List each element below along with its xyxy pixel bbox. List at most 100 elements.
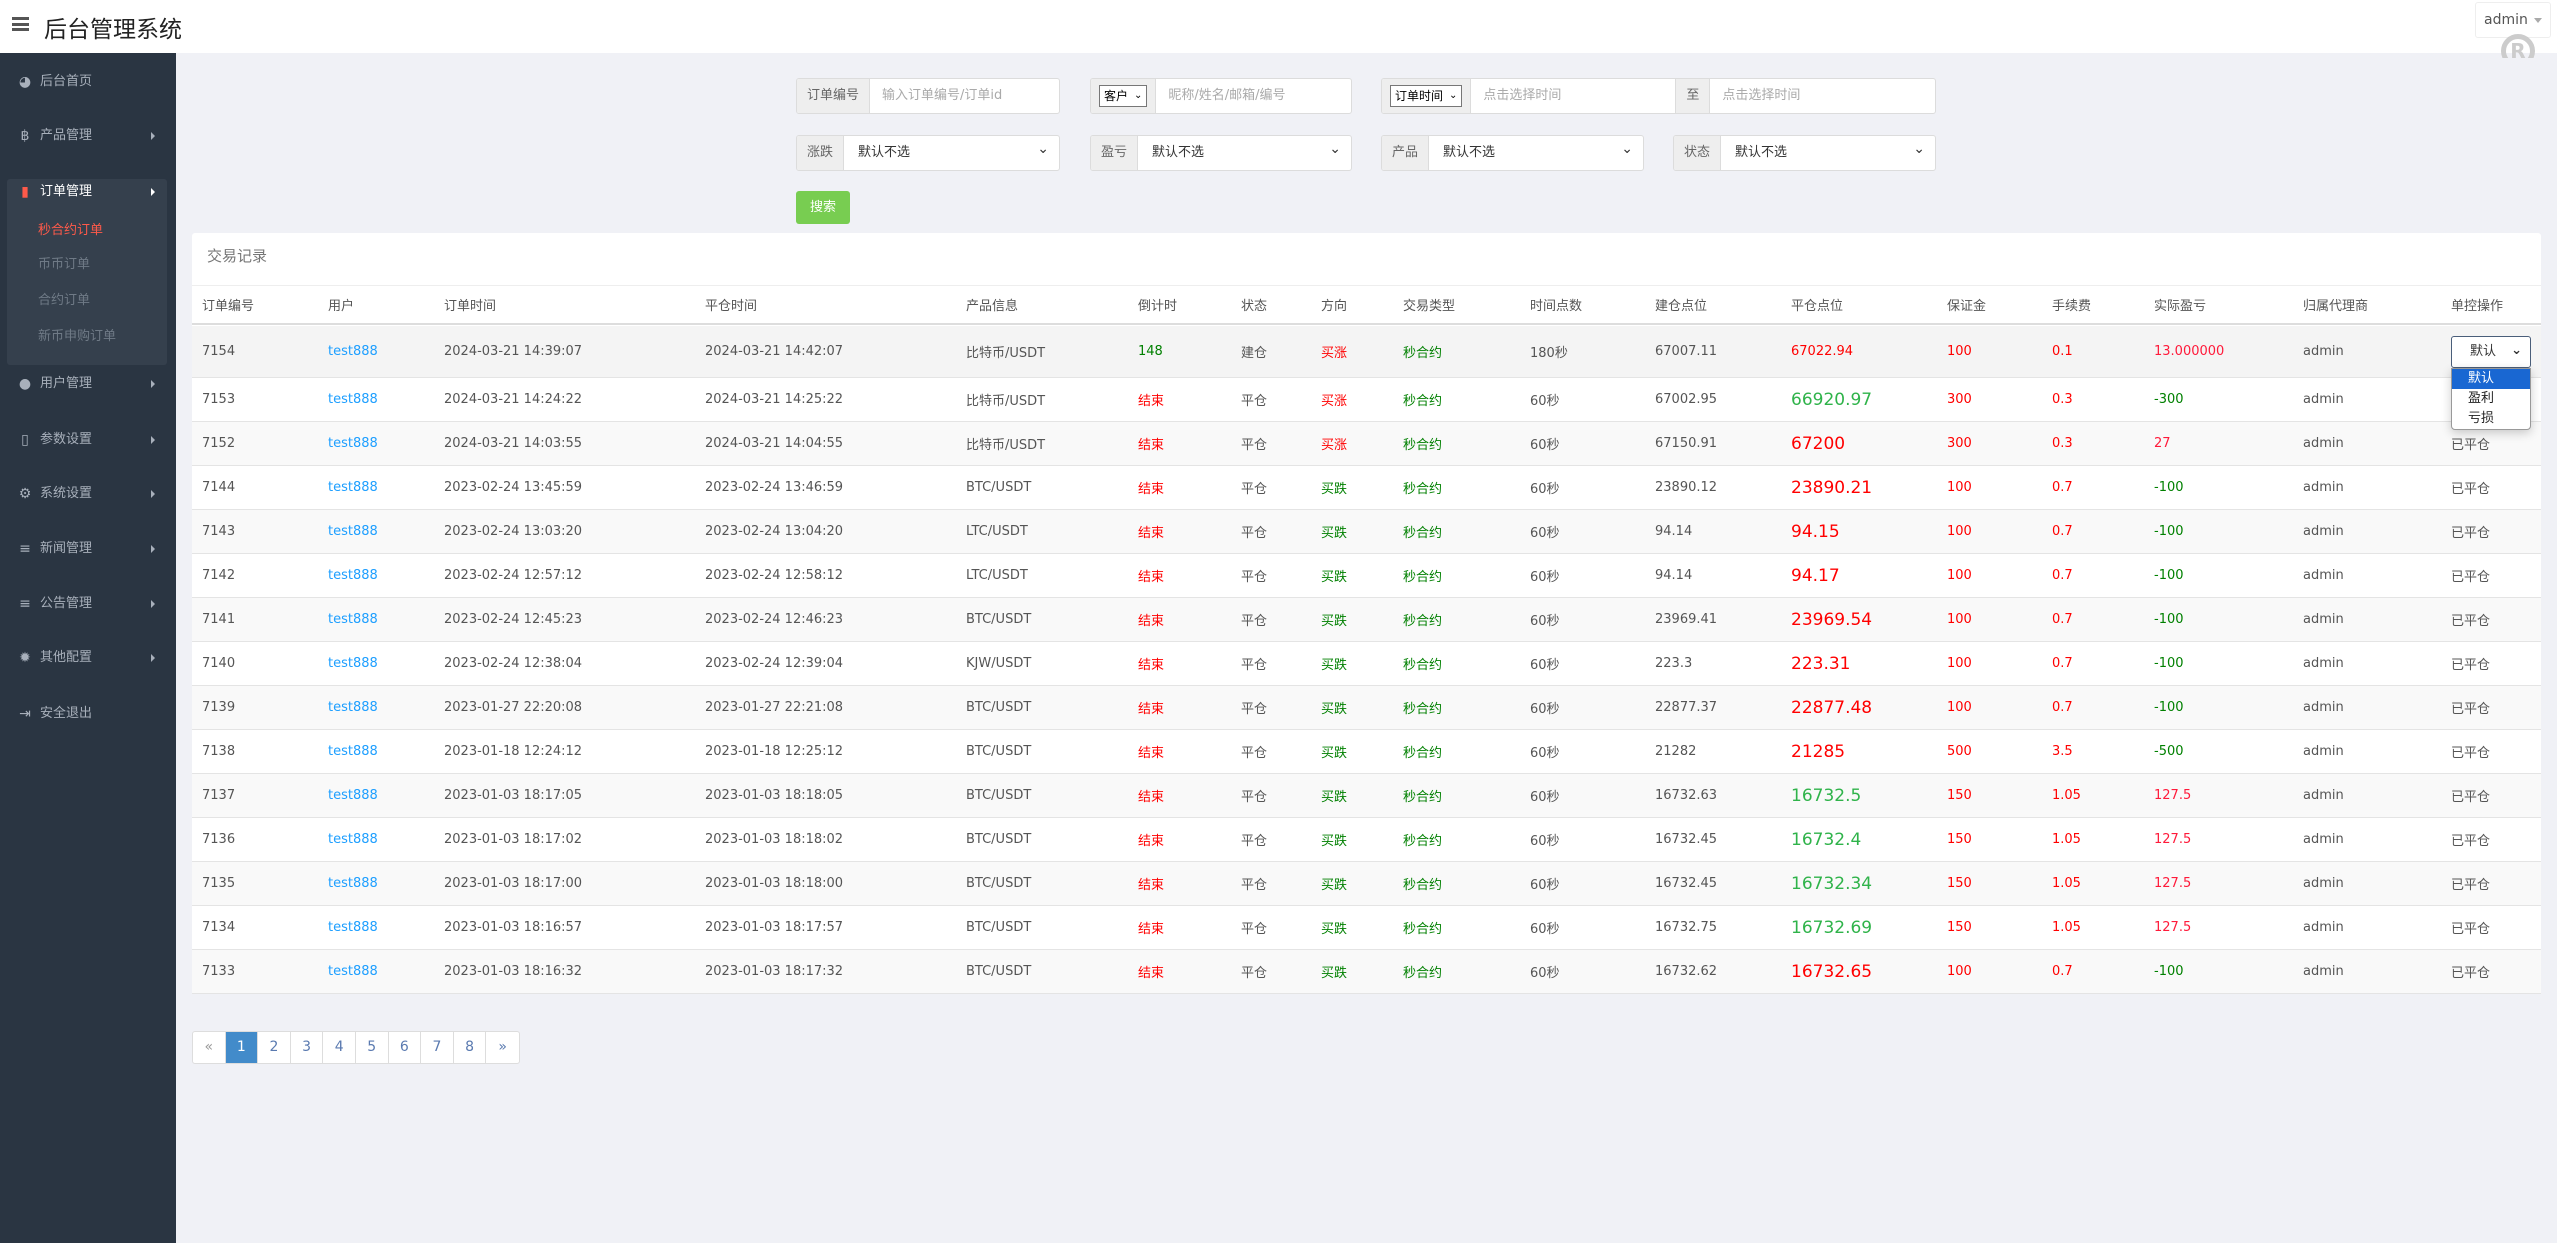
user-cell[interactable]: test888: [328, 642, 378, 685]
status-select[interactable]: 默认不选: [1721, 136, 1935, 170]
search-button[interactable]: 搜索: [796, 191, 850, 224]
trade-type-cell: 秒合约: [1403, 922, 1443, 937]
order-no-label: 订单编号: [797, 79, 871, 113]
time-to-input[interactable]: 点击选择时间: [1710, 79, 1935, 113]
menu-toggle-icon[interactable]: [12, 17, 29, 31]
user-cell[interactable]: test888: [328, 906, 378, 949]
user-cell[interactable]: test888: [328, 730, 378, 773]
sidebar-item-0[interactable]: ◕ 后台首页: [0, 67, 176, 97]
sidebar-item-8[interactable]: ✹ 其他配置: [0, 643, 176, 673]
control-option[interactable]: 亏损: [2452, 409, 2530, 429]
countdown-cell: 结束: [1138, 966, 1165, 981]
product-cell: BTC/USDT: [966, 876, 1032, 891]
fee-cell: 0.3: [2052, 436, 2073, 451]
user-cell[interactable]: test888: [328, 598, 378, 641]
user-cell[interactable]: test888: [328, 950, 378, 993]
status-cell: 平仓: [1241, 526, 1268, 541]
time-from-input[interactable]: 点击选择时间: [1471, 79, 1675, 113]
order-id-cell: 7138: [202, 744, 236, 759]
product-select[interactable]: 默认不选: [1429, 136, 1643, 170]
rise-fall-select[interactable]: 默认不选: [844, 136, 1059, 170]
duration-cell: 60秒: [1530, 702, 1560, 717]
user-cell[interactable]: test888: [328, 554, 378, 597]
customer-input[interactable]: 昵称/姓名/邮箱/编号: [1156, 79, 1351, 113]
close-price-cell: 16732.65: [1791, 961, 1873, 982]
user-cell[interactable]: test888: [328, 422, 378, 465]
column-header: 方向: [1321, 299, 1348, 314]
order-time-cell: 2023-02-24 13:45:59: [444, 480, 583, 495]
product-cell: BTC/USDT: [966, 964, 1032, 979]
sidebar-item-1[interactable]: ฿ 产品管理: [0, 121, 176, 151]
countdown-cell: 结束: [1138, 394, 1165, 409]
pnl-cell: -100: [2154, 480, 2184, 495]
pnl-cell: -100: [2154, 524, 2184, 539]
customer-type-value: 客户: [1104, 89, 1129, 103]
pnl-cell: -100: [2154, 964, 2184, 979]
user-cell[interactable]: test888: [328, 862, 378, 905]
pnl-cell: 127.5: [2154, 876, 2192, 891]
order-time-cell: 2023-01-03 18:16:57: [444, 920, 583, 935]
user-cell[interactable]: test888: [328, 326, 378, 377]
sidebar-item-3[interactable]: ● 用户管理: [0, 369, 176, 399]
user-menu[interactable]: admin: [2475, 2, 2551, 38]
order-id-cell: 7142: [202, 568, 236, 583]
order-time-cell: 2023-01-03 18:16:32: [444, 964, 583, 979]
caret-right-icon: [151, 600, 155, 608]
fee-cell: 1.05: [2052, 876, 2081, 891]
order-id-cell: 7137: [202, 788, 236, 803]
page-button[interactable]: 6: [389, 1032, 422, 1063]
user-cell[interactable]: test888: [328, 774, 378, 817]
user-cell[interactable]: test888: [328, 686, 378, 729]
duration-cell: 60秒: [1530, 526, 1560, 541]
order-no-input[interactable]: 输入订单编号/订单id: [870, 79, 1059, 113]
page-button[interactable]: 7: [421, 1032, 454, 1063]
column-header: 平仓点位: [1791, 299, 1844, 314]
user-cell[interactable]: test888: [328, 466, 378, 509]
pnl-cell: -100: [2154, 612, 2184, 627]
control-select[interactable]: 默认 ⌄: [2451, 336, 2531, 368]
trade-type-cell: 秒合约: [1403, 526, 1443, 541]
page-button[interactable]: 3: [291, 1032, 324, 1063]
trade-type-cell: 秒合约: [1403, 790, 1443, 805]
sidebar-item-9[interactable]: ⇥ 安全退出: [0, 699, 176, 729]
control-option[interactable]: 默认: [2452, 369, 2530, 389]
page-button[interactable]: 1: [225, 1032, 259, 1063]
close-time-cell: 2023-02-24 12:46:23: [705, 612, 844, 627]
column-header: 产品信息: [966, 299, 1019, 314]
page-button[interactable]: 2: [258, 1032, 291, 1063]
sidebar-item-7[interactable]: ≡ 公告管理: [0, 589, 176, 619]
user-cell[interactable]: test888: [328, 378, 378, 421]
caret-down-icon: [2533, 17, 2542, 23]
prev-page-button[interactable]: «: [193, 1032, 226, 1063]
sidebar-item-2[interactable]: ▮ 订单管理: [0, 177, 176, 207]
sidebar-item-6[interactable]: ≡ 新闻管理: [0, 534, 176, 564]
profit-loss-select[interactable]: 默认不选: [1138, 136, 1351, 170]
sidebar-item-5[interactable]: ⚙ 系统设置: [0, 479, 176, 509]
caret-right-icon: [151, 654, 155, 662]
page-button[interactable]: 5: [356, 1032, 389, 1063]
direction-cell: 买涨: [1321, 394, 1348, 409]
close-price-cell: 22877.48: [1791, 697, 1873, 718]
submenu-item-3[interactable]: 新币申购订单: [38, 325, 116, 349]
sidebar-item-4[interactable]: ▯ 参数设置: [0, 425, 176, 455]
close-time-cell: 2023-02-24 12:39:04: [705, 656, 844, 671]
submenu-item-1[interactable]: 币币订单: [38, 253, 90, 277]
order-id-cell: 7133: [202, 964, 236, 979]
submenu-item-0[interactable]: 秒合约订单: [38, 219, 103, 243]
trade-type-cell: 秒合约: [1403, 482, 1443, 497]
user-cell[interactable]: test888: [328, 818, 378, 861]
column-header: 手续费: [2052, 299, 2092, 314]
direction-cell: 买跌: [1321, 790, 1348, 805]
product-cell: LTC/USDT: [966, 568, 1028, 583]
customer-type-select[interactable]: 客户 ⌄: [1099, 85, 1148, 107]
next-page-button[interactable]: »: [486, 1032, 519, 1063]
page-button[interactable]: 4: [323, 1032, 356, 1063]
page-button[interactable]: 8: [454, 1032, 487, 1063]
submenu-item-2[interactable]: 合约订单: [38, 289, 90, 313]
user-cell[interactable]: test888: [328, 510, 378, 553]
time-addon: 订单时间 ⌄: [1382, 79, 1472, 113]
open-price-cell: 67150.91: [1655, 436, 1718, 451]
time-type-select[interactable]: 订单时间 ⌄: [1390, 85, 1463, 107]
control-option[interactable]: 盈利: [2452, 389, 2530, 409]
open-price-cell: 16732.63: [1655, 788, 1718, 803]
